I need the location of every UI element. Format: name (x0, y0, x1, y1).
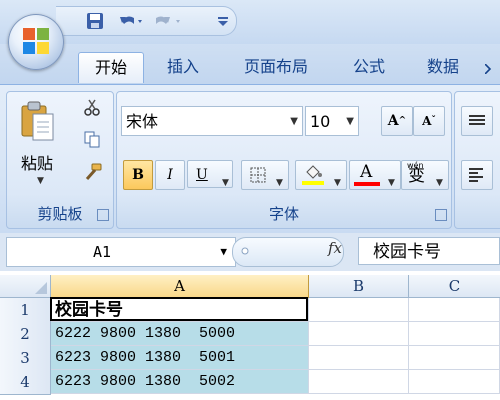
font-size-select[interactable]: 10 ▼ (305, 106, 359, 136)
italic-button[interactable]: I (155, 160, 185, 190)
copy-icon[interactable] (83, 130, 101, 148)
borders-icon (250, 167, 266, 183)
cell-c1[interactable] (409, 298, 500, 322)
grow-font-label: A (387, 113, 399, 129)
phonetic-char: 变 (408, 166, 425, 186)
font-size-value: 10 (310, 112, 331, 131)
title-bar (0, 0, 500, 44)
shrink-font-label: A (422, 114, 432, 128)
underline-dropdown-arrow[interactable]: ▼ (222, 169, 229, 197)
align-left-button[interactable] (461, 160, 493, 190)
cell-a2[interactable]: 6222 9800 1380 5000 (51, 322, 309, 346)
column-header-c[interactable]: C (409, 275, 500, 298)
tab-page-layout[interactable]: 页面布局 (226, 52, 326, 82)
font-color-button[interactable]: A ▼ (349, 160, 401, 190)
cell-c3[interactable] (409, 346, 500, 370)
underline-label: U (196, 167, 208, 183)
shrink-font-caret: ˇ (431, 116, 436, 126)
cell-b1[interactable] (309, 298, 409, 322)
save-icon[interactable] (86, 12, 104, 30)
column-header-a[interactable]: A (51, 275, 309, 298)
cell-c4[interactable] (409, 370, 500, 394)
circle-handle-icon (241, 247, 249, 255)
insert-function-button[interactable]: fx (328, 239, 342, 257)
row-header-2[interactable]: 2 (0, 322, 51, 347)
name-box-value: A1 (93, 243, 112, 261)
alignment-group (454, 91, 500, 229)
grow-font-button[interactable]: A^ (381, 106, 413, 136)
align-top-button[interactable] (461, 106, 493, 136)
font-size-dropdown-arrow[interactable]: ▼ (346, 107, 354, 137)
tabs-overflow-icon[interactable] (485, 64, 495, 74)
align-left-icon (469, 168, 483, 182)
phonetic-dropdown-arrow[interactable]: ▼ (436, 169, 443, 197)
paste-dropdown-arrow[interactable]: ▼ (37, 176, 44, 186)
clipboard-group: 粘贴 ▼ 剪贴板 (6, 91, 114, 229)
fill-color-dropdown-arrow[interactable]: ▼ (334, 169, 341, 197)
font-group: 宋体 ▼ 10 ▼ A^ Aˇ B I U ▼ ▼ ▼ A ▼ wén 变 ▼ … (116, 91, 452, 229)
quick-access-toolbar (56, 6, 237, 36)
customize-qat-icon[interactable] (216, 12, 230, 30)
font-name-select[interactable]: 宋体 ▼ (121, 106, 303, 136)
cell-a4[interactable]: 6223 9800 1380 5002 (51, 370, 309, 394)
bold-button[interactable]: B (123, 160, 153, 190)
font-group-label: 字体 (268, 205, 299, 223)
office-button[interactable] (8, 14, 64, 70)
tab-data[interactable]: 数据 (410, 52, 476, 82)
row-header-3[interactable]: 3 (0, 346, 51, 371)
cell-b4[interactable] (309, 370, 409, 394)
borders-button[interactable]: ▼ (241, 160, 289, 190)
font-name-dropdown-arrow[interactable]: ▼ (290, 107, 298, 137)
clipboard-dialog-launcher[interactable] (97, 209, 109, 221)
cell-a3[interactable]: 6223 9800 1380 5001 (51, 346, 309, 370)
ribbon-tab-bar: 开始 插入 页面布局 公式 数据 (0, 44, 500, 84)
cut-icon[interactable] (83, 98, 101, 116)
phonetic-button[interactable]: wén 变 ▼ (401, 160, 449, 190)
paste-icon[interactable] (19, 100, 57, 142)
paste-button-label[interactable]: 粘贴 (21, 150, 53, 174)
cell-b3[interactable] (309, 346, 409, 370)
align-top-icon (469, 115, 485, 125)
font-name-value: 宋体 (126, 112, 159, 131)
cell-c2[interactable] (409, 322, 500, 346)
borders-dropdown-arrow[interactable]: ▼ (276, 169, 283, 197)
underline-button[interactable]: U ▼ (187, 160, 233, 188)
font-color-dropdown-arrow[interactable]: ▼ (388, 169, 395, 197)
select-all-corner[interactable] (0, 275, 51, 298)
formula-bar: A1 ▼ fx 校园卡号 (0, 233, 500, 272)
tab-formulas[interactable]: 公式 (338, 52, 400, 82)
undo-icon[interactable] (118, 12, 144, 30)
cell-b2[interactable] (309, 322, 409, 346)
redo-icon[interactable] (154, 12, 184, 30)
select-all-triangle-icon (35, 282, 47, 294)
font-color-swatch (354, 182, 380, 186)
tab-insert[interactable]: 插入 (152, 52, 214, 82)
fill-color-button[interactable]: ▼ (295, 160, 347, 190)
row-header-1[interactable]: 1 (0, 298, 51, 323)
font-dialog-launcher[interactable] (435, 209, 447, 221)
tab-home[interactable]: 开始 (78, 52, 144, 83)
column-header-b[interactable]: B (309, 275, 409, 298)
formula-input[interactable]: 校园卡号 (358, 237, 500, 265)
grow-font-caret: ^ (398, 116, 407, 126)
ribbon: 粘贴 ▼ 剪贴板 宋体 ▼ 10 ▼ A^ Aˇ B I U ▼ ▼ ▼ A ▼… (0, 84, 500, 234)
shrink-font-button[interactable]: Aˇ (413, 106, 445, 136)
office-logo-icon (23, 28, 49, 54)
worksheet-grid: A B C 1 校园卡号 2 6222 9800 1380 5000 3 622… (0, 271, 500, 400)
name-box-dropdown-arrow[interactable]: ▼ (220, 238, 227, 266)
name-box[interactable]: A1 ▼ (6, 237, 236, 267)
fill-bucket-icon (302, 165, 324, 185)
format-painter-icon[interactable] (83, 162, 103, 182)
row-header-4[interactable]: 4 (0, 370, 51, 395)
cell-a1[interactable]: 校园卡号 (51, 298, 309, 322)
